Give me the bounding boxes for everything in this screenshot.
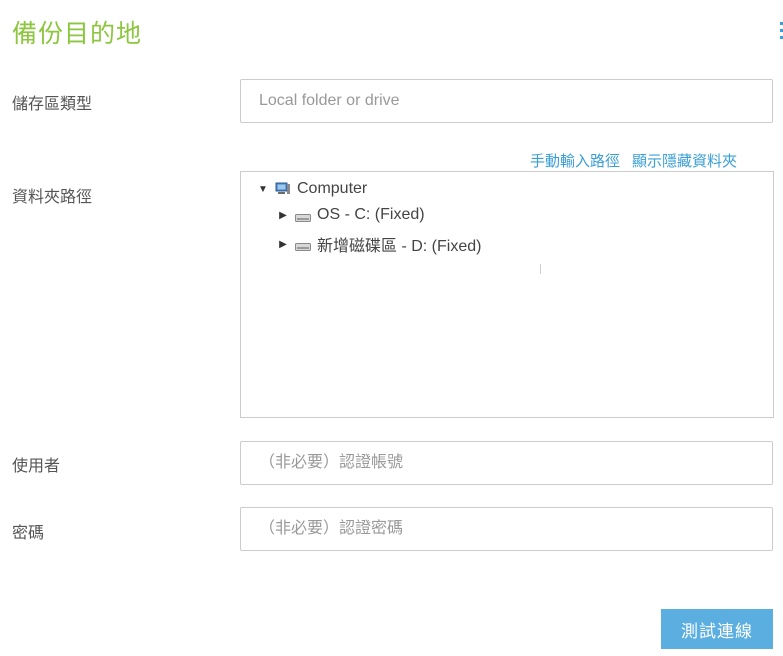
tree-node-computer[interactable]: ▼ Computer [257, 180, 367, 198]
text-cursor [540, 264, 541, 274]
manual-input-path-link[interactable]: 手動輸入路徑 [530, 152, 620, 170]
folder-path-links: 手動輸入路徑 顯示隱藏資料夾 [530, 150, 737, 171]
tree-node-label: Computer [297, 180, 368, 197]
page-title: 備份目的地 [12, 19, 143, 48]
expanded-arrow-icon[interactable]: ▼ [257, 184, 269, 195]
collapsed-arrow-icon[interactable]: ▶ [277, 239, 289, 250]
folder-tree[interactable]: ▼ Computer ▶ OS - C: (Fixed) ▶ 新增磁碟區 - D… [240, 171, 774, 418]
storage-type-label: 儲存區類型 [12, 94, 93, 113]
tree-node-drive-d[interactable]: ▶ 新增磁碟區 - D: (Fixed) [277, 232, 481, 256]
drive-icon [295, 210, 311, 222]
show-hidden-folders-link[interactable]: 顯示隱藏資料夾 [632, 152, 737, 170]
username-field[interactable] [240, 441, 773, 485]
password-field[interactable] [240, 507, 773, 551]
collapsed-arrow-icon[interactable]: ▶ [277, 210, 289, 221]
tree-node-drive-c[interactable]: ▶ OS - C: (Fixed) [277, 206, 425, 224]
tree-node-label: OS - C: (Fixed) [317, 206, 425, 223]
username-label: 使用者 [12, 456, 61, 475]
computer-icon [275, 182, 291, 196]
test-connection-button[interactable]: 測試連線 [661, 609, 773, 649]
password-label: 密碼 [12, 523, 45, 542]
storage-type-field[interactable] [240, 79, 773, 123]
tree-node-label: 新增磁碟區 - D: (Fixed) [317, 238, 482, 255]
drive-icon [295, 239, 311, 251]
folder-path-label: 資料夾路徑 [12, 187, 93, 206]
